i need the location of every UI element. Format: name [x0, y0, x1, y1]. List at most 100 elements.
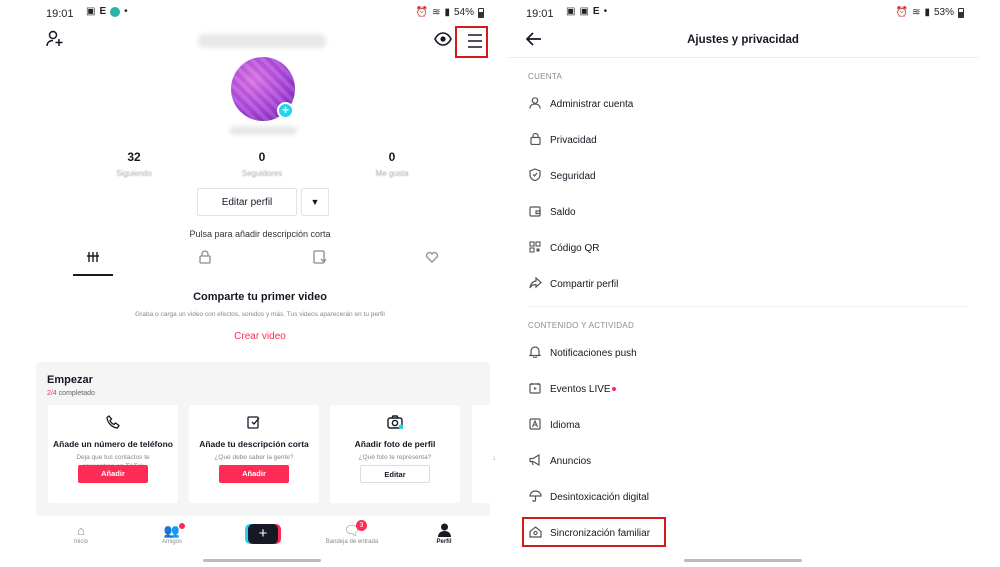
settings-item-label: Compartir perfil [550, 278, 619, 290]
shield-icon [528, 168, 542, 184]
card-title: Añade tu descripción corta [199, 439, 309, 449]
card-add-phone: Añade un número de teléfono Deja que tus… [48, 405, 178, 503]
getting-started-panel: Empezar 2/4 completado Añade un número d… [36, 362, 498, 516]
family-pairing-highlight [522, 517, 666, 547]
menu-highlight [455, 26, 488, 58]
nav-inbox[interactable]: 🗨 3 Bandeja de entrada [322, 520, 382, 545]
wifi-icon: ≋ [432, 7, 441, 18]
card-description: ¿Qué foto te representa? [358, 454, 432, 461]
progress-count: 2/4 [47, 390, 57, 397]
system-icons: ⏰ ≋ ▮ 54% [416, 7, 484, 18]
wallet-icon [528, 205, 542, 220]
settings-item-label: Privacidad [550, 134, 597, 146]
phone-icon [48, 415, 178, 433]
edit-photo-button[interactable]: Editar [360, 465, 430, 483]
stat-label: Seguidores [241, 169, 283, 178]
alarm-icon: ⏰ [415, 7, 429, 18]
tab-videos[interactable] [73, 250, 113, 276]
home-icon: ⌂ [77, 523, 85, 538]
signal-icon: ▮ [444, 7, 450, 18]
tab-private[interactable] [190, 250, 220, 276]
handle-blurred [229, 126, 297, 135]
camera-icon [330, 415, 460, 433]
card-add-photo: Añadir foto de perfil ¿Qué foto te repre… [330, 405, 460, 503]
nav-friends[interactable]: 👥 Amigos [142, 523, 202, 545]
add-bio-button[interactable]: Añadir [219, 465, 289, 483]
status-time: 19:01 [526, 8, 554, 20]
edit-icon [189, 415, 319, 433]
profile-dropdown-button[interactable]: ▼ [301, 188, 329, 216]
stat-following[interactable]: 32 Siguiendo [94, 150, 174, 178]
gallery-icon: ▣ [566, 6, 576, 17]
settings-item-label: Anuncios [550, 455, 592, 467]
eye-icon [434, 32, 452, 46]
lock-icon [528, 132, 542, 148]
settings-item-qr-code[interactable]: Código QR [528, 237, 958, 259]
battery-icon [478, 7, 484, 18]
nav-label: Inicio [73, 539, 88, 545]
section-account-header: CUENTA [528, 72, 563, 81]
tab-reposts[interactable] [305, 250, 335, 276]
settings-item-label: Desintoxicación digital [550, 491, 649, 503]
wifi-icon: ≋ [912, 7, 921, 18]
e-icon: E [592, 6, 600, 17]
settings-item-security[interactable]: Seguridad [528, 165, 958, 187]
edit-profile-button[interactable]: Editar perfil [197, 188, 297, 216]
megaphone-icon [528, 453, 542, 469]
settings-item-balance[interactable]: Saldo [528, 201, 958, 223]
add-user-icon [46, 30, 63, 47]
getting-started-title: Empezar [47, 374, 93, 386]
settings-item-language[interactable]: Idioma [528, 414, 958, 436]
heart-lock-icon [425, 251, 439, 263]
settings-item-privacy[interactable]: Privacidad [528, 129, 958, 151]
settings-item-live-events[interactable]: Eventos LIVE [528, 378, 958, 400]
settings-item-label: Eventos LIVE [550, 383, 611, 395]
system-icons: ⏰ ≋ ▮ 53% [896, 7, 964, 18]
create-video-link[interactable]: Crear video [22, 331, 498, 342]
stat-followers[interactable]: 0 Seguidores [222, 150, 302, 178]
add-phone-button[interactable]: Añadir [78, 465, 148, 483]
scroll-arrow-icon: ↓ [492, 453, 496, 462]
new-indicator-dot [611, 387, 616, 391]
status-bar: 19:01 ▣ E • ⏰ ≋ ▮ 54% [22, 0, 498, 28]
e-icon: E [99, 6, 107, 17]
settings-item-push-notifications[interactable]: Notificaciones push [528, 342, 958, 364]
battery-icon [958, 7, 964, 18]
bio-placeholder[interactable]: Pulsa para añadir descripción corta [22, 229, 498, 239]
settings-item-label: Seguridad [550, 170, 596, 182]
card-title: Añade un número de teléfono [53, 439, 173, 449]
lock-icon [199, 250, 211, 264]
view-profile-button[interactable] [434, 32, 454, 48]
status-time: 19:01 [46, 8, 74, 20]
settings-item-digital-wellbeing[interactable]: Desintoxicación digital [528, 486, 958, 508]
stat-likes[interactable]: 0 Me gusta [352, 150, 432, 178]
tab-liked[interactable] [417, 250, 447, 276]
settings-item-share-profile[interactable]: Compartir perfil [528, 273, 958, 295]
settings-item-manage-account[interactable]: Administrar cuenta [528, 93, 958, 115]
settings-item-label: Código QR [550, 242, 600, 254]
stat-label: Me gusta [375, 169, 409, 178]
settings-item-label: Notificaciones push [550, 347, 637, 359]
card-add-bio: Añade tu descripción corta ¿Qué debe sab… [189, 405, 319, 503]
repost-icon [313, 250, 327, 264]
stat-label: Siguiendo [116, 169, 152, 178]
nav-profile[interactable]: Perfil [414, 523, 474, 545]
nav-label: Perfil [436, 539, 452, 545]
create-button[interactable]: + [248, 524, 278, 544]
home-indicator [203, 559, 321, 562]
card-next-peek: ↓ [472, 405, 498, 503]
more-dot-icon: • [603, 6, 608, 17]
empty-state-title: Comparte tu primer video [193, 291, 327, 303]
add-photo-icon[interactable]: + [277, 102, 294, 119]
card-title: Añadir foto de perfil [354, 439, 436, 449]
stat-value: 0 [388, 150, 396, 164]
settings-item-ads[interactable]: Anuncios [528, 450, 958, 472]
more-dot-icon: • [124, 6, 128, 17]
settings-item-label: Idioma [550, 419, 581, 431]
user-icon [528, 96, 542, 112]
nav-home[interactable]: ⌂ Inicio [51, 523, 111, 545]
gallery-icon: ▣ [579, 6, 589, 17]
plus-icon: + [258, 525, 268, 542]
add-friend-button[interactable] [46, 30, 66, 50]
settings-item-label: Administrar cuenta [550, 98, 634, 110]
